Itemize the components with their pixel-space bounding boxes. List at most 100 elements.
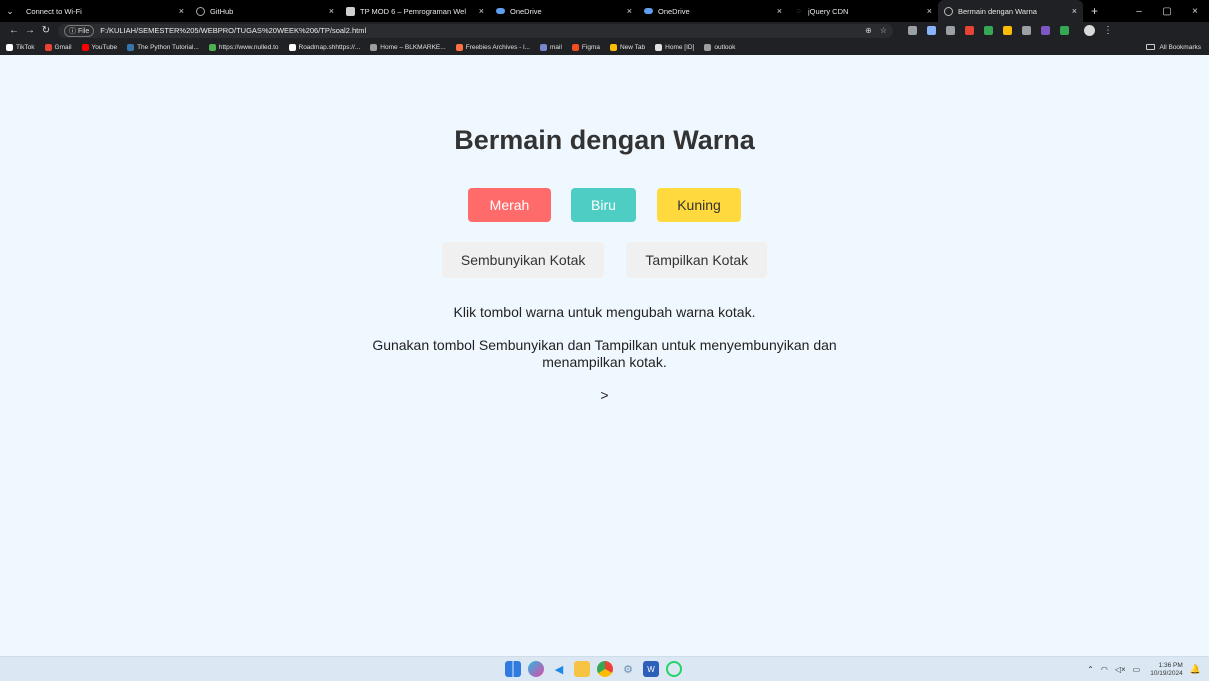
windows-start-icon[interactable] [505,661,521,677]
bookmark-item[interactable]: Home [ID] [655,43,694,51]
new-tab-button[interactable]: + [1083,4,1106,18]
blue-button[interactable]: Biru [571,188,636,222]
instruction-toggle: Gunakan tombol Sembunyikan dan Tampilkan… [372,337,837,370]
tab-label: GitHub [210,6,234,16]
tab-github[interactable]: GitHub × [190,0,340,22]
clock[interactable]: 1:36 PM 10/19/2024 [1150,662,1183,678]
extension-icon[interactable] [1041,26,1050,35]
hide-box-button[interactable]: Sembunyikan Kotak [441,242,605,278]
bookmark-favicon-icon [704,43,712,51]
color-button-group: Merah Biru Kuning [0,188,1209,222]
bookmark-star-icon[interactable]: ☆ [880,26,887,35]
bookmark-item[interactable]: Freebies Archives - l... [455,43,530,51]
bookmark-item[interactable]: https://www.nulled.to [208,43,279,51]
yellow-button[interactable]: Kuning [657,188,741,222]
bookmark-item[interactable]: Home – BLKMARKE... [370,43,446,51]
system-tray: ⌃ ◠ ◁× ▭ 1:36 PM 10/19/2024 🔔 [1080,657,1201,681]
tab-search-chevron-icon[interactable]: ⌄ [0,6,20,17]
back-arrow-icon[interactable]: ← [6,25,22,36]
instruction-color: Klik tombol warna untuk mengubah warna k… [453,304,756,320]
page-content: Bermain dengan Warna Merah Biru Kuning S… [0,55,1209,656]
bookmark-item[interactable]: New Tab [609,43,646,51]
extension-icon[interactable] [984,26,993,35]
close-icon[interactable]: × [479,6,484,16]
extension-icon[interactable] [1060,26,1069,35]
forward-arrow-icon[interactable]: → [22,25,38,36]
volume-icon[interactable]: ◁× [1115,665,1126,674]
close-icon[interactable]: × [179,6,184,16]
all-bookmarks-label: All Bookmarks [1159,43,1201,51]
restore-button[interactable]: ▢ [1153,6,1181,17]
close-icon[interactable]: × [627,6,632,16]
zoom-icon[interactable]: ⊕ [865,26,872,35]
url-text[interactable]: F:/KULIAH/SEMESTER%205/WEBPRO/TUGAS%20WE… [100,26,857,35]
bookmark-favicon-icon [6,43,13,51]
file-explorer-icon[interactable] [574,661,590,677]
bookmark-item[interactable]: TikTok [6,43,35,51]
profile-avatar[interactable] [1084,25,1095,36]
bookmark-item[interactable]: The Python Tutorial... [127,43,199,51]
reload-icon[interactable]: ↻ [38,25,54,36]
bookmark-favicon-icon [655,43,663,51]
minimize-button[interactable]: – [1125,6,1153,17]
battery-icon[interactable]: ▭ [1133,665,1141,674]
settings-icon[interactable]: ⚙ [620,661,636,677]
tab-tp-mod6[interactable]: TP MOD 6 – Pemrograman Wel × [340,0,490,22]
copilot-icon[interactable] [528,661,544,677]
bookmark-item[interactable]: mail [540,43,562,51]
tab-onedrive-2[interactable]: OneDrive × [638,0,788,22]
extension-icon[interactable] [1003,26,1012,35]
date: 10/19/2024 [1150,669,1183,677]
tab-connect-wifi[interactable]: Connect to Wi-Fi × [20,0,190,22]
extension-icon[interactable] [1022,26,1031,35]
module-icon [346,6,355,16]
tab-bermain-dengan-warna[interactable]: Bermain dengan Warna × [938,0,1083,22]
taskbar-apps: ◀ ⚙ W [505,661,689,677]
bookmarks-bar: TikTok Gmail YouTube The Python Tutorial...… [0,39,1209,55]
tab-onedrive-1[interactable]: OneDrive × [490,0,638,22]
notification-bell-icon[interactable]: 🔔 [1190,664,1201,675]
red-button[interactable]: Merah [468,188,551,222]
window-close-button[interactable]: × [1181,6,1209,17]
bookmark-favicon-icon [540,43,547,51]
bookmark-item[interactable]: outlook [704,43,735,51]
window-controls: – ▢ × [1125,0,1209,22]
more-menu-icon[interactable]: ⋮ [1103,25,1113,36]
extension-icon[interactable] [908,26,917,35]
taskbar: ◀ ⚙ W ⌃ ◠ ◁× ▭ 1:36 PM 10/19/2024 🔔 [0,656,1209,681]
site-info-chip[interactable]: ⓘ File [64,24,95,37]
tab-label: OneDrive [510,6,542,16]
tab-strip: ⌄ Connect to Wi-Fi × GitHub × TP MOD 6 –… [0,0,1209,22]
bookmark-item[interactable]: Roadmap.shhttps://... [288,43,360,51]
tab-jquery-cdn[interactable]: ◌ jQuery CDN × [788,0,938,22]
close-icon[interactable]: × [329,6,334,16]
close-icon[interactable]: × [1072,6,1077,16]
bookmark-label: mail [550,43,562,51]
jquery-icon: ◌ [796,7,801,15]
bookmark-item[interactable]: YouTube [81,43,117,51]
bookmark-item[interactable]: Gmail [44,43,72,51]
bookmark-favicon-icon [455,43,463,51]
close-icon[interactable]: × [927,6,932,16]
all-bookmarks-button[interactable]: All Bookmarks [1146,39,1201,55]
whatsapp-icon[interactable] [666,661,682,677]
wifi-icon[interactable]: ◠ [1101,665,1108,674]
chrome-icon[interactable] [597,661,613,677]
bookmark-label: New Tab [619,43,646,51]
extension-icon[interactable] [946,26,955,35]
word-icon[interactable]: W [643,661,659,677]
extension-icon[interactable] [965,26,974,35]
show-box-button[interactable]: Tampilkan Kotak [626,242,768,278]
toggle-button-group: Sembunyikan Kotak Tampilkan Kotak [0,242,1209,278]
address-bar[interactable]: ⓘ File F:/KULIAH/SEMESTER%205/WEBPRO/TUG… [58,23,893,38]
close-icon[interactable]: × [777,6,782,16]
page-title: Bermain dengan Warna [454,125,755,155]
vscode-icon[interactable]: ◀ [551,661,567,677]
time: 1:36 PM [1158,661,1183,669]
tab-label: OneDrive [658,6,690,16]
bookmark-favicon-icon [81,43,89,51]
bookmark-item[interactable]: Figma [571,43,600,51]
chevron-up-icon[interactable]: ⌃ [1087,665,1094,674]
extension-icon[interactable] [927,26,936,35]
onedrive-icon [644,8,653,14]
